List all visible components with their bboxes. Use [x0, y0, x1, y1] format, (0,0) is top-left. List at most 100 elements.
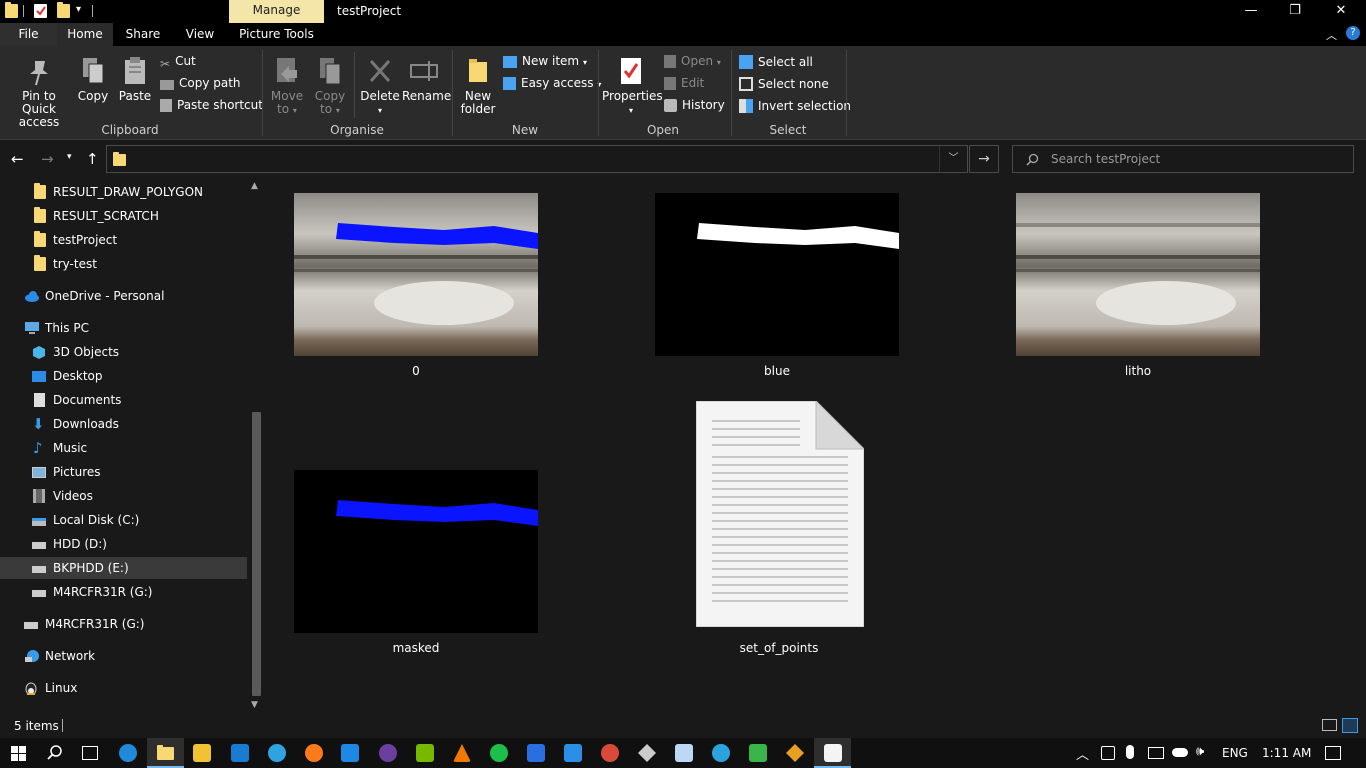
onedrive-tray-icon[interactable] [1172, 748, 1188, 757]
taskbar-active-explorer[interactable] [147, 738, 184, 768]
language-indicator[interactable]: ENG [1222, 746, 1248, 760]
tab-picture-tools[interactable]: Picture Tools [229, 23, 324, 46]
paste-button[interactable]: Paste [117, 56, 153, 103]
nav-item-music[interactable]: ♪ Music [0, 437, 247, 459]
nav-item-m4rcfr31r-g-root[interactable]: M4RCFR31R (G:) [0, 613, 247, 635]
open-button[interactable]: Open ▾ [664, 55, 721, 69]
cut-button[interactable]: ✂ Cut [160, 55, 196, 71]
nav-item-result-draw-polygon[interactable]: RESULT_DRAW_POLYGON [0, 181, 247, 203]
recent-locations-icon[interactable]: ▾ [67, 152, 72, 162]
meet-now-icon[interactable] [1101, 746, 1115, 760]
file-tile[interactable]: litho [1013, 190, 1263, 380]
scroll-down-icon[interactable]: ▼ [251, 700, 258, 710]
tab-file[interactable]: File [0, 23, 57, 46]
edge-dev-icon[interactable] [268, 744, 286, 762]
nav-item-testproject[interactable]: testProject [0, 229, 247, 251]
notifications-icon[interactable] [1325, 746, 1341, 760]
move-to-button[interactable]: Move to ▾ [268, 56, 306, 117]
large-icons-view-icon[interactable] [1342, 718, 1358, 733]
new-folder-icon[interactable] [57, 2, 70, 18]
nav-item-3d-objects[interactable]: 3D Objects [0, 341, 247, 363]
tor-browser-icon[interactable] [379, 744, 397, 762]
new-folder-button[interactable]: New folder [458, 56, 498, 116]
close-button[interactable]: ✕ [1318, 0, 1364, 23]
firefox-icon[interactable] [305, 744, 323, 762]
back-arrow-icon[interactable]: ← [11, 150, 24, 168]
file-tile[interactable]: blue [652, 190, 902, 380]
taskbar-active-app[interactable] [814, 738, 851, 768]
file-tile[interactable]: set_of_points [654, 398, 904, 660]
address-dropdown-icon[interactable]: ﹀ [939, 146, 967, 172]
nav-item-onedrive[interactable]: OneDrive - Personal [0, 285, 247, 307]
properties-icon[interactable] [34, 4, 47, 18]
task-view-icon[interactable] [82, 746, 98, 760]
nav-item-hdd-d[interactable]: HDD (D:) [0, 533, 247, 555]
history-button[interactable]: History [664, 99, 725, 112]
properties-button[interactable]: Properties ▾ [602, 56, 663, 117]
nav-item-try-test[interactable]: try-test [0, 253, 247, 275]
gem-app-icon[interactable] [638, 744, 656, 762]
network-status-icon[interactable] [1148, 747, 1164, 759]
nav-item-downloads[interactable]: ⬇ Downloads [0, 413, 247, 435]
vscode-icon[interactable] [341, 744, 359, 762]
start-windows-icon[interactable] [11, 746, 26, 761]
tab-home[interactable]: Home [57, 23, 113, 46]
nav-item-pictures[interactable]: Pictures [0, 461, 247, 483]
pin-to-quick-access-button[interactable]: Pin to Quick access [4, 58, 74, 129]
file-tile[interactable]: 0 [291, 190, 541, 380]
microphone-icon[interactable] [1126, 745, 1134, 759]
edge-browser-icon[interactable] [119, 744, 137, 762]
nav-item-local-disk-c[interactable]: Local Disk (C:) [0, 509, 247, 531]
copy-path-button[interactable]: Copy path [160, 77, 241, 90]
collapse-ribbon-icon[interactable]: ︿ [1326, 27, 1337, 43]
invert-selection-button[interactable]: Invert selection [739, 99, 851, 113]
word-icon[interactable] [527, 744, 545, 762]
nav-item-desktop[interactable]: Desktop [0, 365, 247, 387]
tab-view[interactable]: View [172, 23, 228, 46]
search-box[interactable] [1012, 145, 1354, 173]
store-icon[interactable] [193, 744, 211, 762]
search-input[interactable] [1051, 151, 1341, 167]
forward-arrow-icon[interactable]: → [41, 150, 54, 168]
nav-item-result-scratch[interactable]: RESULT_SCRATCH [0, 205, 247, 227]
help-icon[interactable]: ? [1346, 26, 1360, 40]
nav-scrollbar[interactable]: ▲ ▼ [248, 178, 264, 714]
select-all-button[interactable]: Select all [739, 55, 813, 69]
tab-share[interactable]: Share [115, 23, 171, 46]
headset-app-icon[interactable] [490, 744, 508, 762]
manage-context-tab[interactable]: Manage [229, 0, 324, 23]
mail-icon[interactable] [231, 744, 249, 762]
details-view-icon[interactable] [1322, 719, 1337, 731]
scrollbar-thumb[interactable] [252, 412, 261, 696]
nav-item-documents[interactable]: Documents [0, 389, 247, 411]
nav-item-videos[interactable]: Videos [0, 485, 247, 507]
new-item-button[interactable]: New item ▾ [503, 55, 587, 69]
telegram-icon[interactable] [712, 744, 730, 762]
customize-quick-access-icon[interactable]: ▾ [76, 4, 81, 15]
nav-item-network[interactable]: Network [0, 645, 247, 667]
nav-item-m4rcfr31r-g[interactable]: M4RCFR31R (G:) [0, 581, 247, 603]
copy-to-button[interactable]: Copy to ▾ [312, 56, 348, 117]
minimize-button[interactable]: — [1228, 0, 1274, 23]
easy-access-button[interactable]: Easy access ▾ [503, 77, 601, 91]
file-tile[interactable]: masked [291, 467, 541, 657]
paste-shortcut-button[interactable]: Paste shortcut [160, 99, 263, 112]
nav-item-linux[interactable]: Linux [0, 677, 247, 699]
nav-item-this-pc[interactable]: This PC [0, 317, 247, 339]
up-arrow-icon[interactable]: ↑ [86, 150, 99, 168]
vlc-icon[interactable] [453, 744, 471, 762]
nvidia-icon[interactable] [416, 744, 434, 762]
git-kraken-icon[interactable] [786, 744, 804, 762]
volume-icon[interactable]: 🕪 [1196, 744, 1204, 759]
copy-button[interactable]: Copy [76, 56, 110, 103]
search-icon[interactable] [47, 745, 63, 761]
notepad-icon[interactable] [675, 744, 693, 762]
address-bar[interactable]: ﹀ [106, 145, 968, 173]
delete-button[interactable]: Delete ▾ [360, 56, 400, 117]
nav-item-bkphdd-e[interactable]: BKPHDD (E:) [0, 557, 247, 579]
maximize-button[interactable]: ❐ [1272, 0, 1318, 23]
show-hidden-icons-icon[interactable]: ︿ [1076, 744, 1089, 763]
rename-button[interactable]: Rename [402, 56, 451, 103]
vpn-shield-icon[interactable] [749, 744, 767, 762]
select-none-button[interactable]: Select none [739, 77, 829, 91]
